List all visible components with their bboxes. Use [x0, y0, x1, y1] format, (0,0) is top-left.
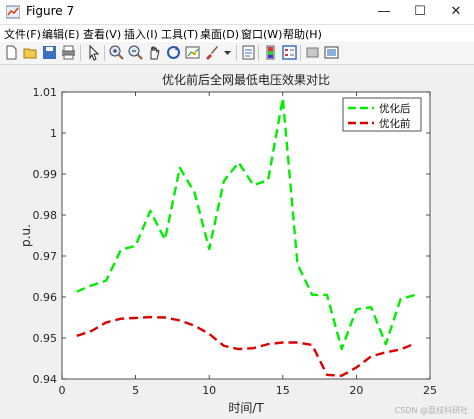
- x-tick-label: 25: [423, 384, 437, 397]
- plot-area[interactable]: [61, 91, 431, 380]
- close-icon: ✕: [450, 4, 462, 19]
- menu-tools[interactable]: 工具(T): [161, 26, 198, 42]
- maximize-icon: ☐: [414, 4, 426, 19]
- menu-insert[interactable]: 插入(I): [124, 26, 158, 42]
- x-tick-label: 10: [202, 384, 216, 397]
- watermark-text: CSDN @荔枝科研社: [394, 406, 468, 415]
- open-icon[interactable]: [22, 44, 39, 61]
- y-tick-label: 0.95: [33, 332, 58, 345]
- x-axis-label: 时间/T: [228, 401, 264, 415]
- hide-plot-tools-icon[interactable]: [304, 44, 321, 61]
- menu-help[interactable]: 帮助(H): [283, 26, 322, 42]
- legend-label: 优化前: [379, 117, 411, 130]
- minimize-icon: —: [377, 4, 391, 19]
- toolbar-separator: [300, 45, 301, 61]
- y-tick-label: 0.96: [33, 291, 58, 304]
- legend-label: 优化后: [379, 102, 411, 115]
- menu-file[interactable]: 文件(F): [4, 26, 41, 42]
- toolbar-separator: [236, 45, 237, 61]
- toolbar-separator: [104, 45, 105, 61]
- y-tick-label: 1: [50, 127, 57, 140]
- zoom-in-icon[interactable]: [108, 44, 125, 61]
- x-tick-label: 5: [132, 384, 139, 397]
- maximize-button[interactable]: ☐: [402, 0, 438, 24]
- print-icon[interactable]: [60, 44, 77, 61]
- y-tick-label: 1.01: [33, 86, 58, 99]
- line-chart: 0 5 10 15 20 250.940.950.960.970.980.9911.01 …: [19, 72, 437, 415]
- close-button[interactable]: ✕: [438, 0, 474, 24]
- pointer-icon[interactable]: [85, 44, 102, 61]
- toolbar-separator: [258, 45, 259, 61]
- x-tick-label: 0: [59, 384, 66, 397]
- y-axis-label: p.u.: [19, 224, 33, 247]
- rotate-icon[interactable]: [165, 44, 182, 61]
- window-title: Figure 7: [26, 4, 75, 18]
- figure-area: 0 5 10 15 20 25 0.94 0.95 0.96 0.97 0.98 0.99 1 1.01 …: [0, 65, 474, 419]
- pan-icon[interactable]: [146, 44, 163, 61]
- colorbar-icon[interactable]: [262, 44, 279, 61]
- link-plot-icon[interactable]: [240, 44, 257, 61]
- zoom-out-icon[interactable]: [127, 44, 144, 61]
- window-titlebar: Figure 7 — ☐ ✕: [0, 0, 474, 25]
- brush-dropdown-icon[interactable]: [220, 44, 237, 61]
- toolbar-separator: [80, 45, 81, 61]
- y-tick-label: 0.97: [33, 250, 58, 263]
- figure-toolbar: [0, 42, 474, 65]
- chart-title: 优化前后全网最低电压效果对比: [162, 72, 330, 87]
- menu-bar: 文件(F) 编辑(E) 查看(V) 插入(I) 工具(T) 桌面(D) 窗口(W…: [0, 25, 474, 42]
- data-cursor-icon[interactable]: [184, 44, 201, 61]
- legend[interactable]: 优化后优化前: [342, 97, 422, 132]
- y-tick-label: 0.99: [33, 168, 58, 181]
- brush-icon[interactable]: [203, 44, 220, 61]
- save-icon[interactable]: [41, 44, 58, 61]
- legend-icon[interactable]: [281, 44, 298, 61]
- minimize-button[interactable]: —: [366, 0, 402, 24]
- x-tick-label: 15: [276, 384, 290, 397]
- y-tick-label: 0.94: [33, 373, 58, 386]
- menu-desktop[interactable]: 桌面(D): [200, 26, 239, 42]
- matlab-figure-icon: [6, 5, 20, 19]
- menu-edit[interactable]: 编辑(E): [42, 26, 80, 42]
- menu-window[interactable]: 窗口(W): [241, 26, 282, 42]
- menu-view[interactable]: 查看(V): [83, 26, 121, 42]
- show-plot-tools-icon[interactable]: [323, 44, 340, 61]
- x-tick-label: 20: [349, 384, 363, 397]
- y-tick-label: 0.98: [33, 209, 58, 222]
- new-figure-icon[interactable]: [3, 44, 20, 61]
